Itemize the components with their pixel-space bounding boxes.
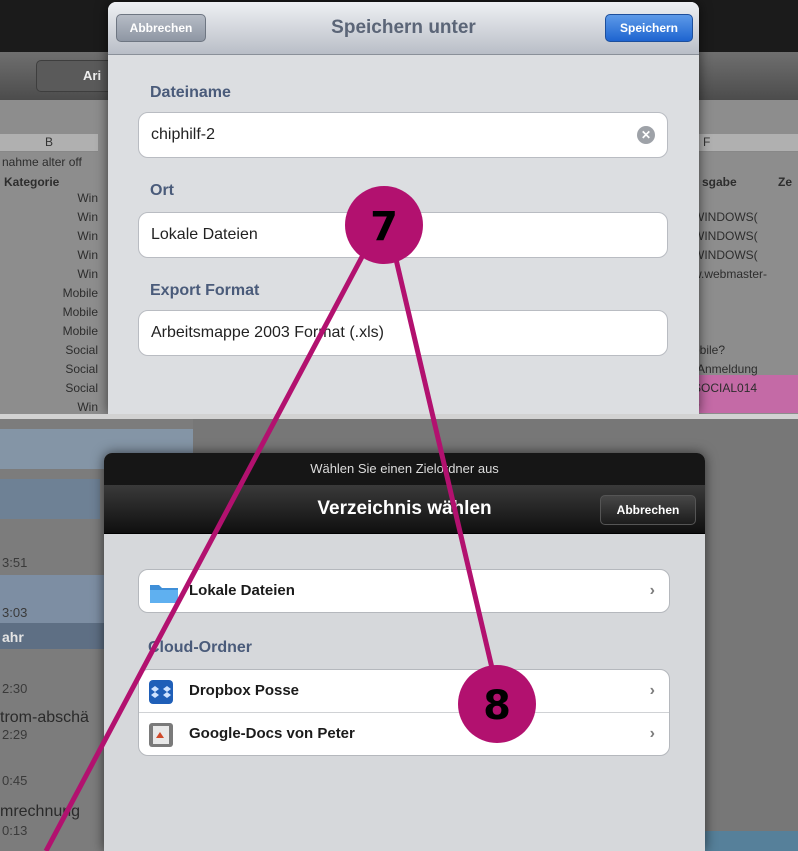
right-header-2: Ze	[778, 175, 793, 189]
folder-row-local[interactable]: Lokale Dateien ›	[139, 570, 669, 612]
right-cell: WINDOWS(	[693, 229, 758, 243]
right-cell: WINDOWS(	[693, 210, 758, 224]
right-pane-bar	[705, 831, 798, 851]
list-time: 0:13	[2, 823, 28, 838]
category-cell: Mobile	[62, 286, 98, 300]
format-value: Arbeitsmappe 2003 Format (.xls)	[151, 324, 384, 341]
local-folder-group: Lokale Dateien ›	[138, 569, 670, 613]
filename-label: Dateiname	[150, 84, 231, 101]
category-cell: Social	[65, 343, 98, 357]
column-header-f: F	[693, 134, 798, 152]
category-cell: Win	[77, 400, 98, 414]
location-value: Lokale Dateien	[151, 226, 258, 243]
right-header: sgabe	[702, 175, 737, 189]
cloud-section-header: Cloud-Ordner	[148, 639, 252, 656]
right-cell: -Anmeldung	[693, 362, 758, 376]
choose-folder-screen: 3:51 3:03 ahr 2:30 trom-abschä 2:29 0:45…	[0, 419, 798, 851]
list-item[interactable]: mrechnung	[0, 803, 80, 821]
choose-folder-dialog: Wählen Sie einen Zielordner aus Verzeich…	[104, 453, 705, 851]
cancel-button[interactable]: Abbrechen	[600, 495, 696, 525]
right-cell: w.webmaster-	[693, 267, 768, 281]
folder-icon	[149, 579, 179, 612]
right-cell: ?	[693, 398, 798, 414]
format-label: Export Format	[150, 282, 260, 299]
category-cell: Win	[77, 210, 98, 224]
list-time: 2:30	[2, 681, 28, 696]
list-time: 2:29	[2, 727, 28, 742]
save-as-dialog: Speichern unter Abbrechen Speichern Date…	[108, 2, 699, 414]
clear-icon[interactable]: ✕	[637, 126, 655, 144]
list-section-header: ahr	[2, 629, 24, 645]
category-cell: Win	[77, 248, 98, 262]
category-cell: Social	[65, 362, 98, 376]
list-time: 3:03	[2, 605, 28, 620]
chevron-right-icon: ›	[649, 682, 655, 699]
format-field[interactable]: Arbeitsmappe 2003 Format (.xls)	[138, 310, 668, 356]
category-cell: Social	[65, 381, 98, 395]
category-cell: Mobile	[62, 305, 98, 319]
left-list-bar	[0, 479, 100, 519]
folder-row-dropbox[interactable]: Dropbox Posse ›	[139, 670, 669, 712]
right-cell: obile?	[693, 343, 726, 357]
right-cell: SOCIAL014	[693, 381, 758, 395]
category-cell: Win	[77, 229, 98, 243]
category-cell: Win	[77, 267, 98, 281]
category-cell: Win	[77, 191, 98, 205]
column-header-b: B	[0, 134, 98, 152]
list-time: 3:51	[2, 555, 28, 570]
folder-label: Lokale Dateien	[189, 582, 295, 599]
folder-label: Dropbox Posse	[189, 682, 300, 699]
google-docs-icon	[149, 722, 173, 755]
filename-value: chiphilf-2	[151, 126, 216, 143]
location-field[interactable]: Lokale Dateien	[138, 212, 668, 258]
save-as-screen: Ari B F nahme alter off Kategorie Win Wi…	[0, 0, 798, 414]
chevron-right-icon: ›	[649, 725, 655, 742]
dialog-prompt: Wählen Sie einen Zielordner aus	[104, 453, 705, 485]
cloud-folder-group: Dropbox Posse › Google-Docs von Peter ›	[138, 669, 670, 756]
location-label: Ort	[150, 182, 174, 199]
folder-row-google-docs[interactable]: Google-Docs von Peter ›	[139, 712, 669, 755]
folder-label: Google-Docs von Peter	[189, 725, 355, 742]
save-button[interactable]: Speichern	[605, 14, 693, 42]
list-item[interactable]: trom-abschä	[0, 709, 89, 727]
cancel-button[interactable]: Abbrechen	[116, 14, 206, 42]
right-cell: WINDOWS(	[693, 248, 758, 262]
category-cell: Mobile	[62, 324, 98, 338]
list-time: 0:45	[2, 773, 28, 788]
column-title: nahme alter off	[2, 155, 82, 169]
filename-field[interactable]: chiphilf-2 ✕	[138, 112, 668, 158]
chevron-right-icon: ›	[649, 582, 655, 599]
